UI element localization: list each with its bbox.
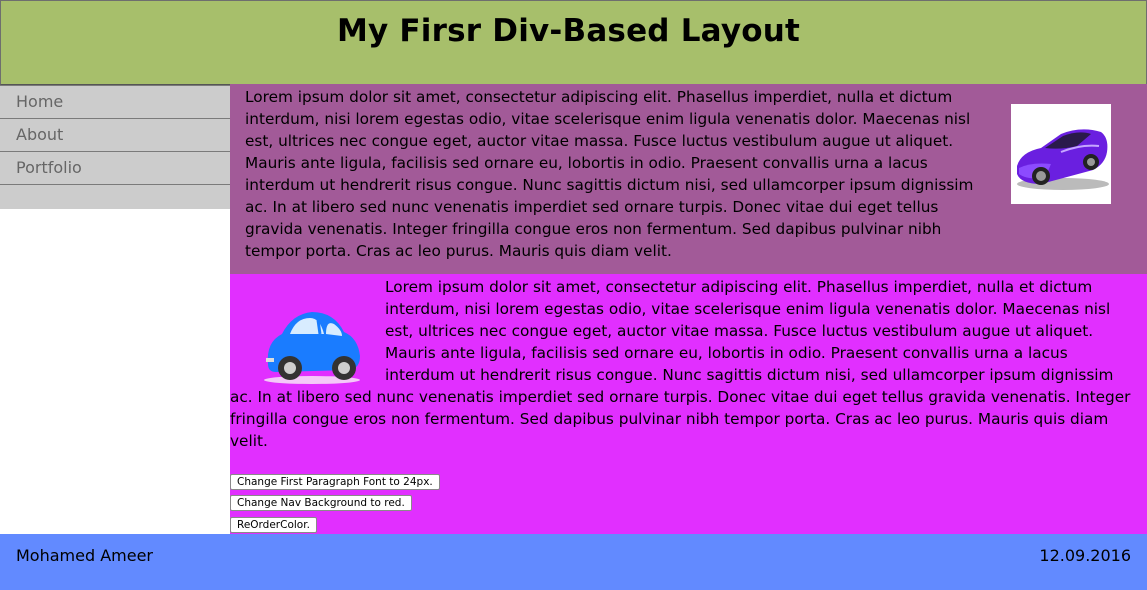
page-footer: Mohamed Ameer 12.09.2016 [0, 534, 1147, 590]
footer-date: 12.09.2016 [1039, 546, 1131, 565]
sidebar-blank-area [0, 209, 230, 534]
content-section-1: Lorem ipsum dolor sit amet, consectetur … [230, 84, 1147, 274]
nav-list: Home About Portfolio [0, 85, 230, 185]
page-title: My Firsr Div-Based Layout [336, 13, 801, 49]
nav-item-portfolio[interactable]: Portfolio [0, 152, 230, 185]
change-font-button[interactable]: Change First Paragraph Font to 24px. [230, 474, 440, 490]
footer-author: Mohamed Ameer [16, 546, 154, 565]
reorder-color-button[interactable]: ReOrderColor. [230, 517, 317, 533]
page-header: My Firsr Div-Based Layout [0, 0, 1147, 85]
change-nav-background-button[interactable]: Change Nav Background to red. [230, 495, 412, 511]
paragraph-1: Lorem ipsum dolor sit amet, consectetur … [245, 88, 974, 260]
nav-item-about[interactable]: About [0, 119, 230, 152]
paragraph-2-wrap: Lorem ipsum dolor sit amet, consectetur … [230, 276, 1140, 452]
blue-beetle-car-icon [230, 276, 380, 386]
purple-sports-car-icon [1011, 104, 1111, 204]
side-nav: Home About Portfolio [0, 85, 230, 209]
nav-item-home[interactable]: Home [0, 85, 230, 119]
